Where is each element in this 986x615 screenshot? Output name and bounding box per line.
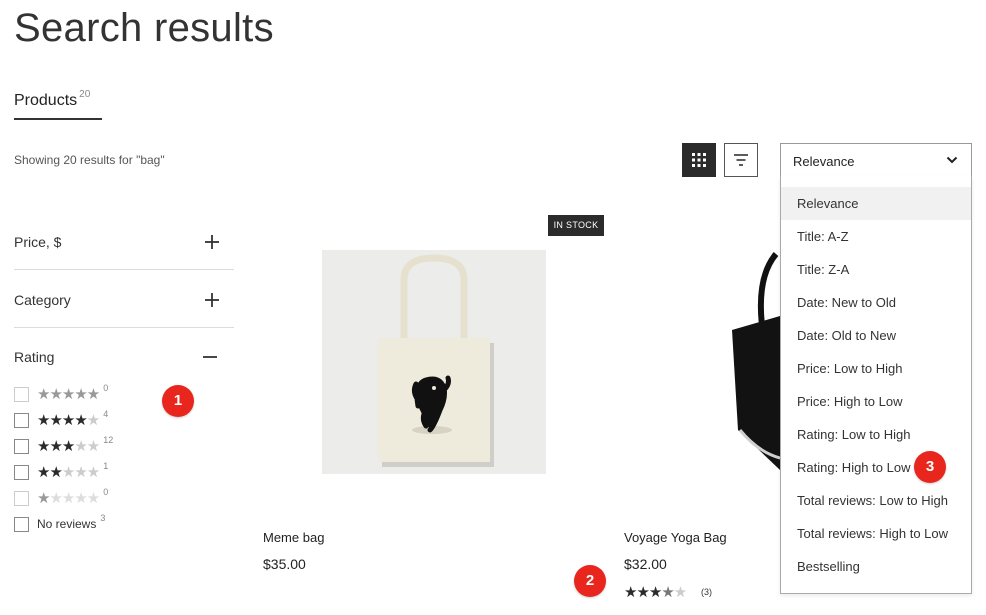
annotation-marker-3: 3 (914, 451, 946, 483)
rating-count: 0 (103, 383, 109, 393)
rating-count: 3 (100, 513, 106, 523)
rating-checkbox[interactable] (14, 490, 29, 506)
rating-filter-3[interactable]: ★★★★★ 12 (14, 435, 114, 455)
chevron-down-icon (946, 156, 958, 164)
rating-checkbox[interactable] (14, 412, 29, 428)
sort-option[interactable]: Title: A-Z (781, 220, 971, 253)
plus-icon[interactable] (204, 234, 220, 250)
filter-category-label: Category (14, 292, 71, 308)
sort-select[interactable]: Relevance (780, 143, 972, 177)
list-view-button[interactable] (724, 143, 758, 177)
annotation-marker-1: 1 (162, 385, 194, 417)
sort-option[interactable]: Date: New to Old (781, 286, 971, 319)
rating-filter-no-reviews[interactable]: No reviews 3 (14, 513, 106, 533)
sort-dropdown-menu: Relevance Title: A-Z Title: Z-A Date: Ne… (780, 176, 972, 594)
tab-products[interactable]: Products 20 (14, 89, 103, 120)
star-rating-icon: ★★★★★ (37, 437, 100, 455)
black-bag-icon (732, 252, 780, 470)
star-rating-icon: ★★★★★ (37, 411, 100, 429)
filter-lines-icon (734, 154, 748, 166)
sort-option[interactable]: Relevance (781, 187, 971, 220)
rating-filter-4[interactable]: ★★★★★ 4 (14, 409, 109, 429)
product-name[interactable]: Voyage Yoga Bag (624, 530, 727, 545)
rating-checkbox[interactable] (14, 438, 29, 454)
rating-count: 4 (103, 409, 109, 419)
filter-price[interactable]: Price, $ (14, 212, 234, 270)
page-title: Search results (14, 6, 274, 50)
grid-view-button[interactable] (682, 143, 716, 177)
sort-option[interactable]: Title: Z-A (781, 253, 971, 286)
minus-icon[interactable] (202, 349, 218, 365)
tote-bag-icon (378, 254, 494, 467)
tab-products-label: Products (14, 92, 78, 109)
sort-option[interactable]: Total reviews: High to Low (781, 517, 971, 550)
sort-option[interactable]: Price: High to Low (781, 385, 971, 418)
star-rating-icon: ★★★★★ (37, 489, 100, 507)
filter-category[interactable]: Category (14, 270, 234, 328)
sort-option[interactable]: Rating: Low to High (781, 418, 971, 451)
results-summary: Showing 20 results for "bag" (14, 153, 165, 167)
rating-checkbox[interactable] (14, 516, 29, 532)
rating-checkbox[interactable] (14, 464, 29, 480)
star-rating-icon: ★★★★★ (37, 463, 100, 481)
star-rating-icon: ★★★★★ (37, 385, 100, 403)
product-price: $32.00 (624, 556, 667, 572)
rating-count: 0 (103, 487, 109, 497)
sort-selected-value: Relevance (793, 154, 855, 169)
sort-option[interactable]: Price: Low to High (781, 352, 971, 385)
sort-option[interactable]: Date: Old to New (781, 319, 971, 352)
rating-count: 12 (103, 435, 114, 445)
rating-count: 1 (103, 461, 109, 471)
filter-rating-label: Rating (14, 349, 55, 365)
product-rating-stars: ★★★★★ (624, 584, 687, 601)
product-image-meme-bag[interactable] (322, 250, 546, 474)
plus-icon[interactable] (204, 292, 220, 308)
product-price: $35.00 (263, 556, 306, 572)
annotation-marker-2: 2 (574, 565, 606, 597)
in-stock-badge: IN STOCK (548, 215, 604, 236)
product-name[interactable]: Meme bag (263, 530, 324, 545)
sort-option[interactable]: Bestselling (781, 550, 971, 583)
rating-filter-1[interactable]: ★★★★★ 0 (14, 487, 109, 507)
rating-filter-2[interactable]: ★★★★★ 1 (14, 461, 109, 481)
rating-filter-5[interactable]: ★★★★★ 0 (14, 383, 109, 403)
product-review-count: (3) (701, 587, 712, 597)
grid-icon (692, 153, 706, 167)
no-reviews-label: No reviews (37, 517, 97, 531)
filter-price-label: Price, $ (14, 234, 62, 250)
rating-checkbox[interactable] (14, 386, 29, 402)
product-image-voyage-yoga-bag[interactable] (724, 240, 780, 470)
tab-products-count: 20 (79, 89, 91, 100)
sort-option[interactable]: Total reviews: Low to High (781, 484, 971, 517)
